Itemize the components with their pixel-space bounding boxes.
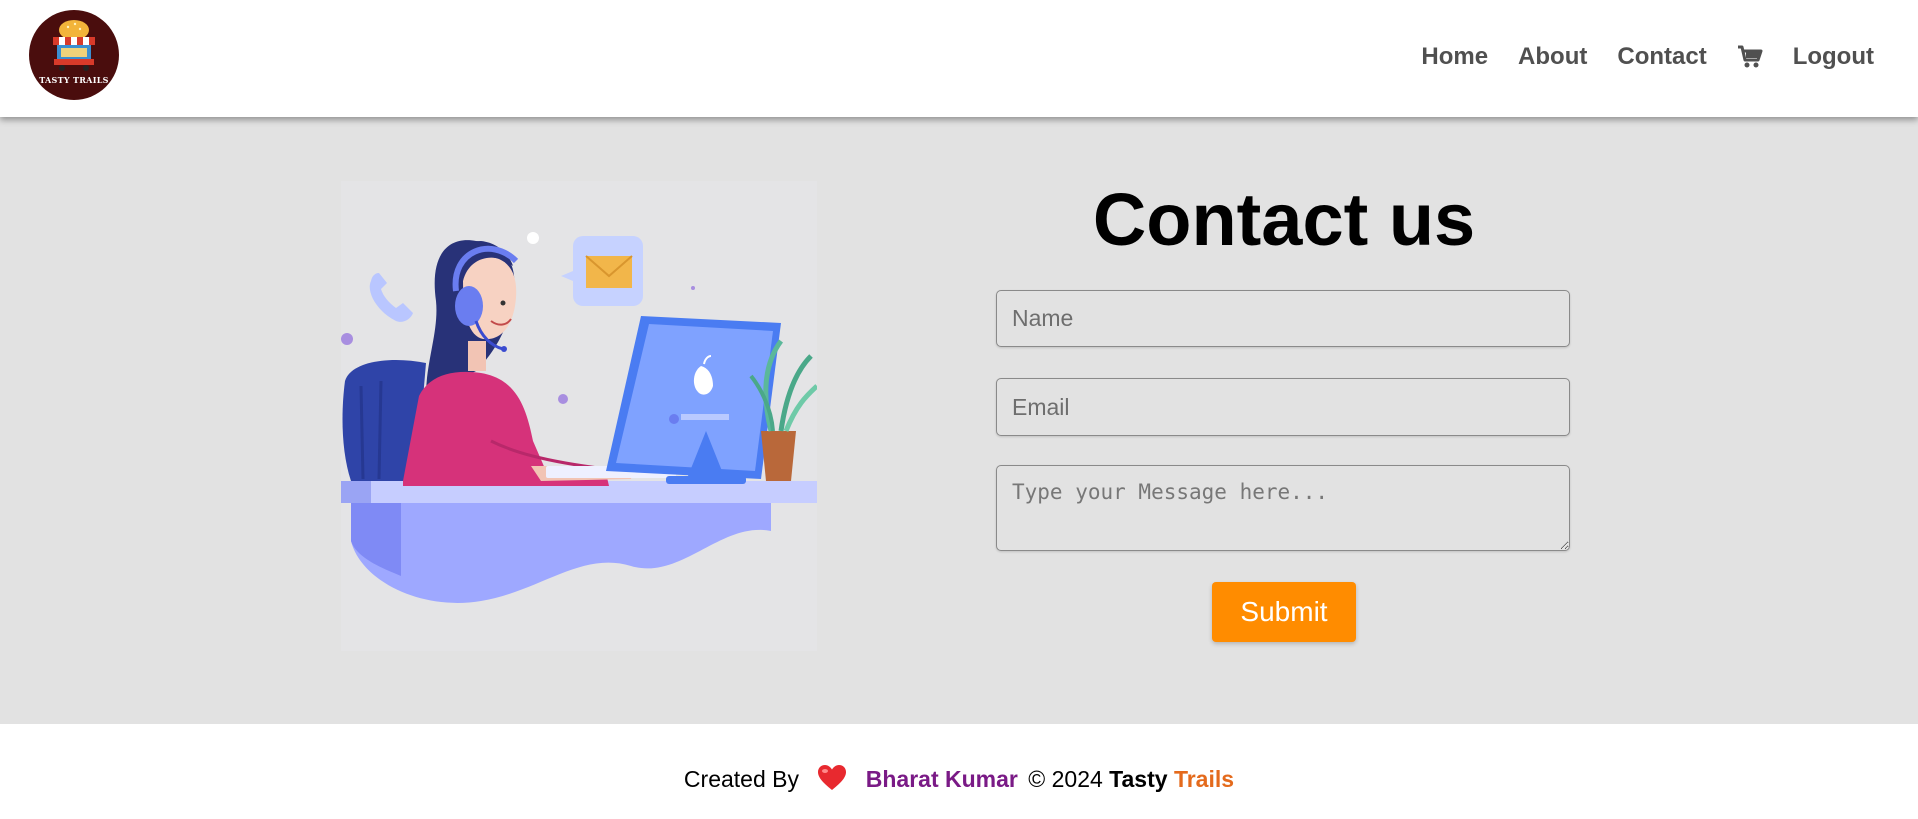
- email-input[interactable]: [996, 378, 1570, 436]
- brand-name-first: Tasty: [1109, 766, 1168, 792]
- message-textarea[interactable]: [996, 465, 1570, 551]
- name-input[interactable]: [996, 290, 1570, 347]
- author-name: Bharat Kumar: [865, 766, 1018, 792]
- top-header: TASTY TRAILS Home About Contact Logout: [0, 0, 1918, 117]
- page-footer: Created By Bharat Kumar © 2024 Tasty Tra…: [0, 724, 1918, 819]
- logo-text: TASTY TRAILS: [39, 75, 109, 85]
- copyright-symbol: ©: [1028, 766, 1046, 792]
- created-by-text: Created By: [683, 766, 799, 792]
- nav-home-link[interactable]: Home: [1421, 43, 1488, 71]
- nav-contact-link[interactable]: Contact: [1617, 43, 1706, 71]
- contact-section: Contact us Submit: [0, 117, 1918, 724]
- page-title: Contact us: [1092, 178, 1476, 261]
- submit-button[interactable]: Submit: [1212, 582, 1356, 642]
- footer-credit: Created By Bharat Kumar © 2024 Tasty Tra…: [0, 765, 1918, 797]
- shopping-cart-icon[interactable]: [1737, 45, 1763, 69]
- tasty-trails-logo[interactable]: TASTY TRAILS: [29, 10, 119, 100]
- main-nav: Home About Contact Logout: [1391, 40, 1874, 74]
- copyright-year: 2024: [1051, 766, 1103, 792]
- nav-logout-link[interactable]: Logout: [1793, 43, 1874, 71]
- nav-about-link[interactable]: About: [1518, 43, 1587, 71]
- heart-icon: [817, 765, 847, 797]
- customer-support-illustration: [341, 181, 817, 651]
- brand-name-second: Trails: [1173, 766, 1235, 792]
- burger-stall-logo-icon: [53, 20, 95, 71]
